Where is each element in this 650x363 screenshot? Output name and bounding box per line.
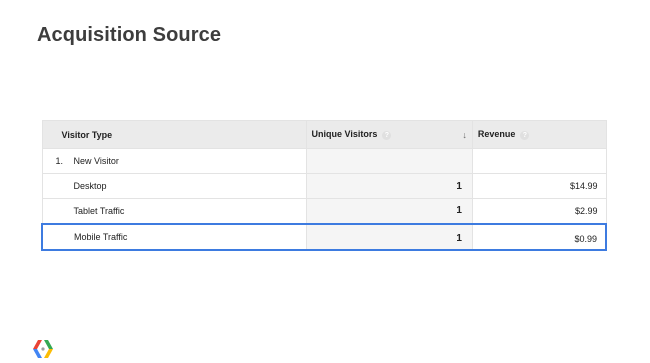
row-revenue-cell: $0.99 bbox=[471, 222, 607, 251]
table-row-highlighted: Mobile Traffic 1 $0.99 bbox=[40, 222, 607, 251]
row-type-cell[interactable]: Tablet Traffic bbox=[41, 198, 307, 224]
row-revenue-cell: $2.99 bbox=[471, 198, 607, 224]
row-revenue-cell: $14.99 bbox=[471, 173, 607, 199]
row-type-cell[interactable]: Mobile Traffic bbox=[40, 222, 307, 251]
header-revenue-label: Revenue bbox=[477, 129, 516, 140]
row-index: 1. bbox=[55, 156, 64, 166]
group-revenue-cell bbox=[471, 148, 607, 174]
report-table: Visitor Type Unique Visitors? ↓ Revenue? … bbox=[40, 120, 607, 251]
slide: Acquisition Source Visitor Type Unique V… bbox=[0, 0, 650, 363]
google-developers-logo-icon bbox=[33, 340, 53, 358]
page-title: Acquisition Source bbox=[37, 24, 222, 46]
row-visitors-cell: 1 bbox=[305, 198, 473, 224]
table-header-row: Visitor Type Unique Visitors? ↓ Revenue? bbox=[41, 120, 607, 149]
header-revenue[interactable]: Revenue? bbox=[471, 120, 607, 149]
header-unique-visitors-label: Unique Visitors bbox=[311, 129, 378, 140]
sort-descending-icon[interactable]: ↓ bbox=[462, 130, 467, 140]
header-unique-visitors[interactable]: Unique Visitors? ↓ bbox=[305, 120, 473, 149]
header-visitor-type-label: Visitor Type bbox=[61, 129, 113, 140]
row-type-cell[interactable]: Desktop bbox=[41, 173, 307, 199]
table-group-row: 1. New Visitor bbox=[41, 148, 607, 174]
table-row: Tablet Traffic 1 $2.99 bbox=[41, 198, 607, 224]
group-label-cell: 1. New Visitor bbox=[41, 148, 307, 174]
table-row: Desktop 1 $14.99 bbox=[41, 173, 607, 199]
help-icon[interactable]: ? bbox=[382, 130, 392, 140]
group-label[interactable]: New Visitor bbox=[74, 156, 119, 166]
group-visitors-cell bbox=[305, 148, 473, 174]
row-visitors-cell: 1 bbox=[305, 173, 473, 199]
header-visitor-type[interactable]: Visitor Type bbox=[41, 120, 307, 149]
row-visitors-cell: 1 bbox=[305, 222, 473, 251]
help-icon[interactable]: ? bbox=[520, 130, 530, 140]
